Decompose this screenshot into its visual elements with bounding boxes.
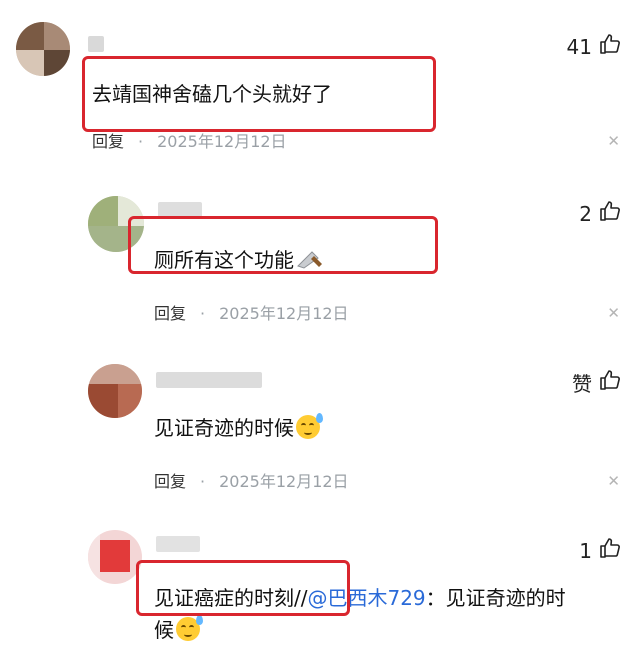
comment-text-continued: ：见证奇迹的时 xyxy=(425,586,566,610)
like-count: 1 xyxy=(579,538,592,563)
avatar[interactable] xyxy=(88,530,142,584)
username-blurred[interactable] xyxy=(156,372,262,388)
highlight-box xyxy=(82,56,436,132)
like-control[interactable]: 1 xyxy=(579,536,622,565)
like-count: 2 xyxy=(579,201,592,226)
thumbs-up-icon xyxy=(598,368,622,397)
like-label: 赞 xyxy=(572,372,592,396)
avatar[interactable] xyxy=(88,364,142,418)
comment-text-line2: 候 xyxy=(154,614,203,643)
reply-button[interactable]: 回复 xyxy=(154,304,186,323)
avatar[interactable] xyxy=(16,22,70,76)
thumbs-up-icon xyxy=(598,536,622,565)
like-control[interactable]: 赞 xyxy=(572,368,622,397)
comment-text-content: 候 xyxy=(154,618,174,642)
comment-text-content: 见证奇迹的时候 xyxy=(154,416,294,440)
comment-meta: 回复 · 2025年12月12日 xyxy=(154,468,349,492)
like-control[interactable]: 2 xyxy=(579,199,622,228)
comment-text: 见证奇迹的时候 xyxy=(154,412,323,441)
close-icon[interactable]: ✕ xyxy=(607,304,620,322)
highlight-box xyxy=(128,216,438,274)
sweat-smile-emoji xyxy=(176,615,203,641)
username-blurred[interactable] xyxy=(156,536,200,552)
thumbs-up-icon xyxy=(598,199,622,228)
close-icon[interactable]: ✕ xyxy=(607,472,620,490)
comment-date: 2025年12月12日 xyxy=(219,304,349,323)
comment-date: 2025年12月12日 xyxy=(219,472,349,491)
like-count: 41 xyxy=(566,34,592,59)
sweat-smile-emoji xyxy=(296,413,323,439)
close-icon[interactable]: ✕ xyxy=(607,132,620,150)
separator-dot: · xyxy=(138,132,144,151)
comment-meta: 回复 · 2025年12月12日 xyxy=(154,300,349,324)
reply-button[interactable]: 回复 xyxy=(154,472,186,491)
like-control[interactable]: 41 xyxy=(567,32,622,61)
comment-date: 2025年12月12日 xyxy=(157,132,287,151)
reply-button[interactable]: 回复 xyxy=(92,132,124,151)
separator-dot: · xyxy=(200,304,206,323)
separator-dot: · xyxy=(200,472,206,491)
highlight-box xyxy=(136,560,350,616)
thumbs-up-icon xyxy=(598,32,622,61)
username-blurred[interactable] xyxy=(88,36,104,52)
